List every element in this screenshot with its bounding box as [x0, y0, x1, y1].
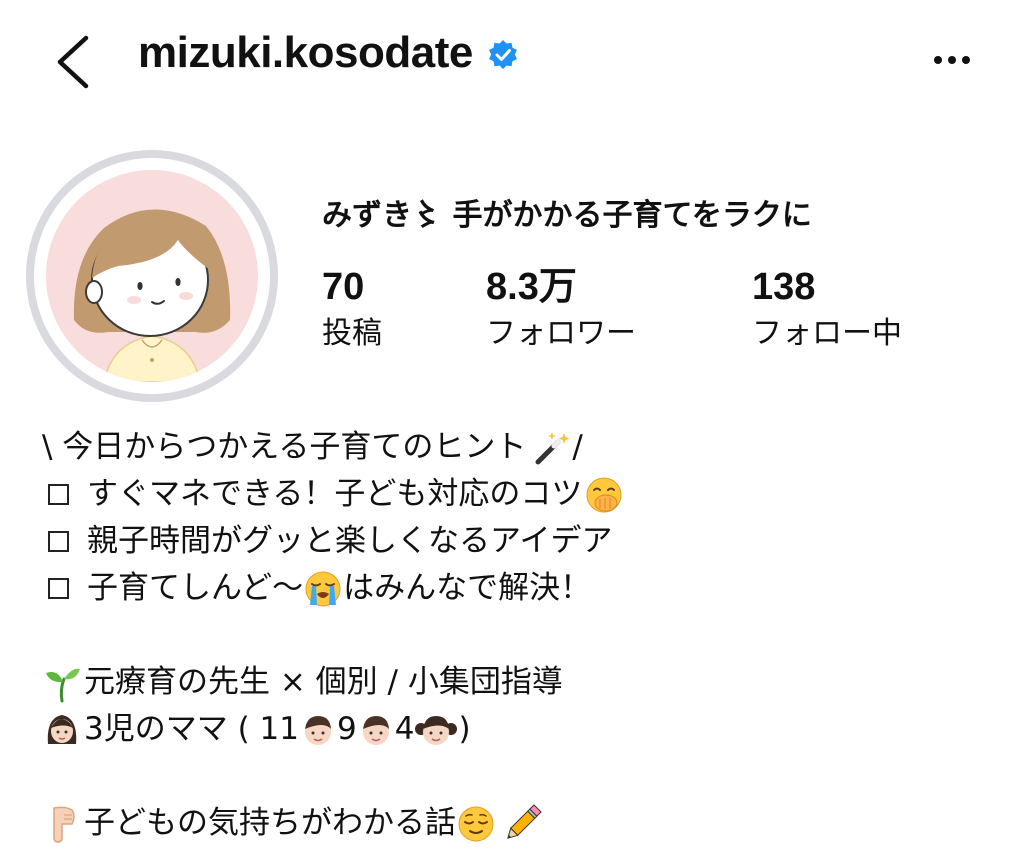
- checkbox-square-icon: [48, 578, 69, 599]
- loudly-crying-face-icon: [305, 571, 341, 606]
- stat-followers-label: フォロワー: [486, 316, 636, 351]
- verified-badge-icon: [488, 40, 517, 69]
- username-row: mizuki.kosodate: [138, 28, 519, 78]
- profile-display-name: みずき〻 手がかかる子育てをラクに: [322, 198, 812, 233]
- bio-spacer: [42, 612, 982, 659]
- stat-posts-label: 投稿: [322, 316, 382, 351]
- bio-text: はみんなで解決！: [343, 570, 592, 606]
- bio-text: 4: [394, 711, 415, 747]
- boy-icon: [304, 715, 331, 745]
- magic-wand-icon: [535, 431, 570, 464]
- woman-icon: [47, 714, 77, 744]
- hand-over-mouth-face-icon: [586, 477, 622, 512]
- bio-text: 元療育の先生 × 個別 / 小集団指導: [84, 664, 563, 700]
- pointing-down-icon: [53, 806, 75, 843]
- avatar-ring-gap: [34, 158, 270, 394]
- bio-line: 親子時間がグッと楽しくなるアイデア: [42, 518, 982, 565]
- profile-avatar[interactable]: [26, 150, 278, 402]
- seedling-icon: [46, 668, 80, 702]
- checkbox-square-icon: [48, 531, 69, 552]
- bio-text: 親子時間がグッと楽しくなるアイデア: [87, 523, 613, 559]
- back-button[interactable]: [48, 30, 100, 94]
- bio-line: 子どもの気持ちがわかる話: [42, 800, 982, 847]
- bio-text: /: [572, 429, 583, 465]
- username: mizuki.kosodate: [138, 28, 473, 77]
- bio-text: 子育てしんど〜: [87, 570, 304, 606]
- stat-followers[interactable]: 8.3万 フォロワー: [486, 264, 636, 356]
- chevron-left-icon: [57, 35, 89, 89]
- more-horizontal-icon: [934, 56, 970, 64]
- bio-text: 9: [336, 711, 357, 747]
- stat-following-count: 138: [752, 266, 816, 308]
- bio-line: 3児のママ ( 11 9 4 ): [42, 706, 982, 753]
- bio-text: 3児のママ ( 11: [84, 711, 299, 747]
- stat-posts-count: 70: [322, 266, 365, 308]
- more-options-button[interactable]: [928, 42, 976, 78]
- bio-text: 子どもの気持ちがわかる話: [84, 805, 456, 841]
- bio-line: \ 今日からつかえる子育てのヒント /: [42, 424, 982, 471]
- stat-following-label: フォロー中: [752, 316, 902, 351]
- boy-icon: [362, 715, 389, 745]
- bio-spacer: [42, 753, 982, 800]
- bio-text: \ 今日からつかえる子育てのヒント: [42, 429, 527, 465]
- bio-text: すぐマネできる！子ども対応のコツ: [87, 476, 583, 512]
- checkbox-square-icon: [48, 484, 69, 505]
- bio-line: すぐマネできる！子ども対応のコツ: [42, 471, 982, 518]
- bio-line: 元療育の先生 × 個別 / 小集団指導: [42, 659, 982, 706]
- stat-posts[interactable]: 70 投稿: [322, 264, 382, 356]
- stat-following[interactable]: 138 フォロー中: [752, 264, 902, 356]
- girl-icon: [415, 715, 458, 745]
- profile-bio: \ 今日からつかえる子育てのヒント / すぐマネできる！子ども対応のコツ 親子時…: [42, 424, 982, 847]
- profile-header: mizuki.kosodate: [0, 0, 1024, 120]
- stat-followers-count: 8.3万: [486, 266, 577, 308]
- bio-line: 子育てしんど〜 はみんなで解決！: [42, 565, 982, 612]
- avatar-illustration: [46, 170, 258, 382]
- pencil-icon: [507, 803, 542, 839]
- relieved-face-icon: [458, 806, 494, 841]
- bio-text: ): [458, 711, 471, 747]
